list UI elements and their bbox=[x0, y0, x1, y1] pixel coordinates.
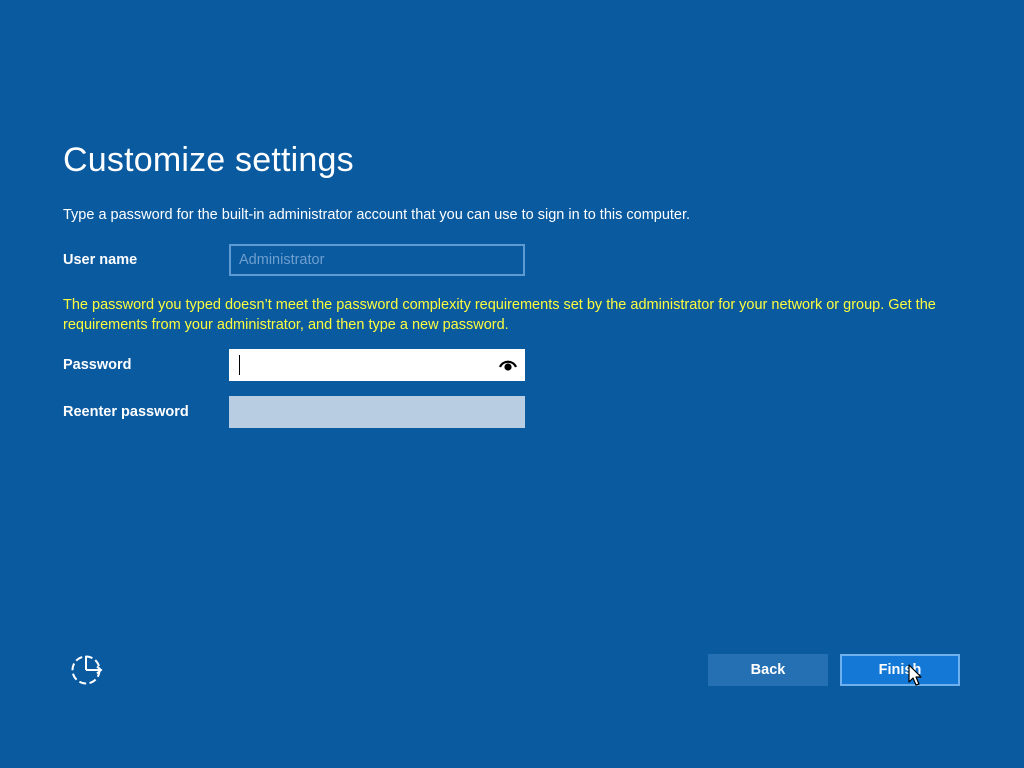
username-label: User name bbox=[63, 252, 138, 268]
password-complexity-warning: The password you typed doesn’t meet the … bbox=[63, 297, 936, 333]
ease-of-access-icon[interactable] bbox=[70, 654, 106, 686]
text-caret bbox=[239, 355, 240, 375]
page-description: Type a password for the built-in adminis… bbox=[63, 207, 691, 223]
eye-icon[interactable] bbox=[499, 358, 517, 372]
reenter-password-label: Reenter password bbox=[63, 404, 189, 420]
back-button[interactable]: Back bbox=[708, 654, 828, 686]
password-label: Password bbox=[63, 357, 132, 373]
page-title: Customize settings bbox=[63, 141, 354, 179]
reenter-password-input[interactable] bbox=[229, 396, 525, 428]
mouse-cursor-icon bbox=[908, 664, 922, 686]
finish-button[interactable]: Finish bbox=[840, 654, 960, 686]
username-field: Administrator bbox=[229, 244, 525, 276]
password-input[interactable] bbox=[229, 349, 525, 381]
